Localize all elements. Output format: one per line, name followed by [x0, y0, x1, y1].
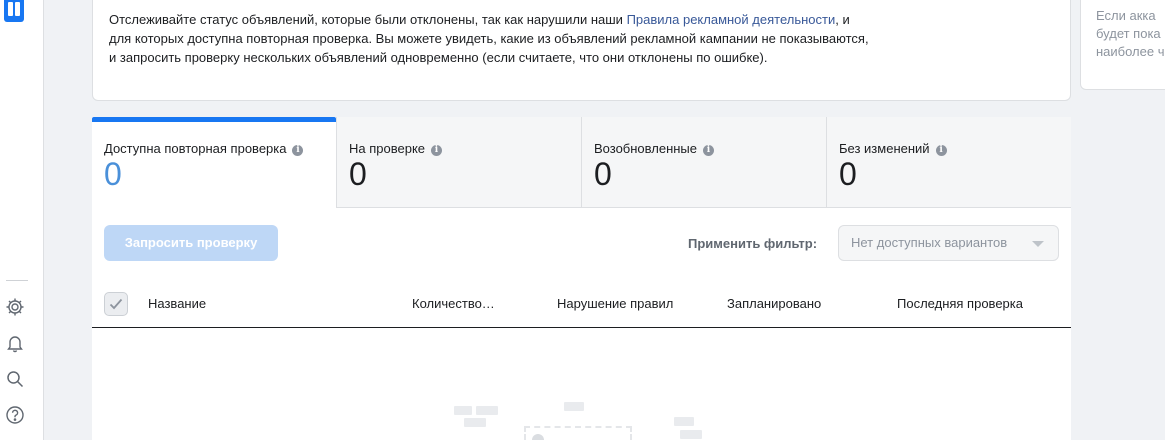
- check-icon: [109, 298, 123, 310]
- illustration-brick: [476, 406, 498, 415]
- tab-unchanged[interactable]: Без изменений i 0: [826, 117, 1071, 208]
- filter-dropdown[interactable]: Нет доступных вариантов: [838, 225, 1059, 261]
- info-text: Отслеживайте статус объявлений, которые …: [109, 10, 869, 67]
- tab-label: Возобновленные: [594, 141, 698, 156]
- info-icon[interactable]: i: [292, 145, 304, 156]
- info-icon[interactable]: i: [703, 145, 715, 156]
- chevron-down-icon: [1032, 241, 1044, 247]
- column-last-review[interactable]: Последняя проверка: [897, 296, 1023, 311]
- column-count[interactable]: Количество…: [412, 296, 495, 311]
- column-name[interactable]: Название: [148, 296, 206, 311]
- column-policy-violation[interactable]: Нарушение правил: [557, 296, 673, 311]
- app-icon[interactable]: [4, 0, 24, 24]
- left-rail: [0, 0, 44, 440]
- page: Отслеживайте статус объявлений, которые …: [0, 0, 1165, 440]
- tab-label: На проверке: [349, 141, 426, 156]
- info-text-start: Отслеживайте статус объявлений, которые …: [109, 12, 627, 27]
- filter-value: Нет доступных вариантов: [851, 235, 1008, 250]
- gear-icon[interactable]: [5, 297, 25, 317]
- tab-count: 0: [594, 156, 612, 192]
- review-panel: Доступна повторная проверка i 0 На провер…: [92, 117, 1071, 440]
- illustration-brick: [564, 402, 584, 411]
- info-icon[interactable]: i: [935, 145, 947, 156]
- request-review-button[interactable]: Запросить проверку: [104, 225, 278, 261]
- tab-in-review[interactable]: На проверке i 0: [336, 117, 581, 208]
- tab-resumed[interactable]: Возобновленные i 0: [581, 117, 826, 208]
- illustration-figure: [532, 434, 544, 440]
- tab-label: Доступна повторная проверка: [104, 141, 287, 156]
- column-scheduled[interactable]: Запланировано: [727, 296, 821, 311]
- tab-label: Без изменений: [839, 141, 930, 156]
- illustration-brick: [674, 417, 694, 426]
- help-icon[interactable]: [5, 405, 25, 425]
- bell-icon[interactable]: [5, 333, 25, 353]
- ad-policies-link[interactable]: Правила рекламной деятельности: [627, 12, 836, 27]
- table-header: Название Количество… Нарушение правил За…: [92, 282, 1071, 328]
- status-tabs: Доступна повторная проверка i 0 На провер…: [92, 117, 1071, 208]
- info-icon[interactable]: i: [431, 145, 443, 156]
- illustration-brick: [464, 418, 486, 427]
- tab-count: 0: [839, 156, 857, 192]
- info-card: Отслеживайте статус объявлений, которые …: [92, 0, 1071, 101]
- tab-count: 0: [349, 156, 367, 192]
- tab-count: 0: [104, 156, 122, 192]
- side-card-text: Если акка будет пока наиболее ч: [1096, 8, 1165, 59]
- select-all-checkbox[interactable]: [104, 292, 128, 316]
- empty-state-illustration: [92, 328, 1071, 440]
- illustration-brick: [454, 406, 472, 415]
- tab-available-for-review[interactable]: Доступна повторная проверка i 0: [92, 117, 337, 208]
- illustration-brick: [680, 430, 702, 439]
- search-icon[interactable]: [5, 369, 25, 389]
- filter-label: Применить фильтр:: [688, 236, 818, 251]
- side-card: Если акка будет пока наиболее ч: [1080, 0, 1165, 90]
- rail-divider: [6, 280, 28, 281]
